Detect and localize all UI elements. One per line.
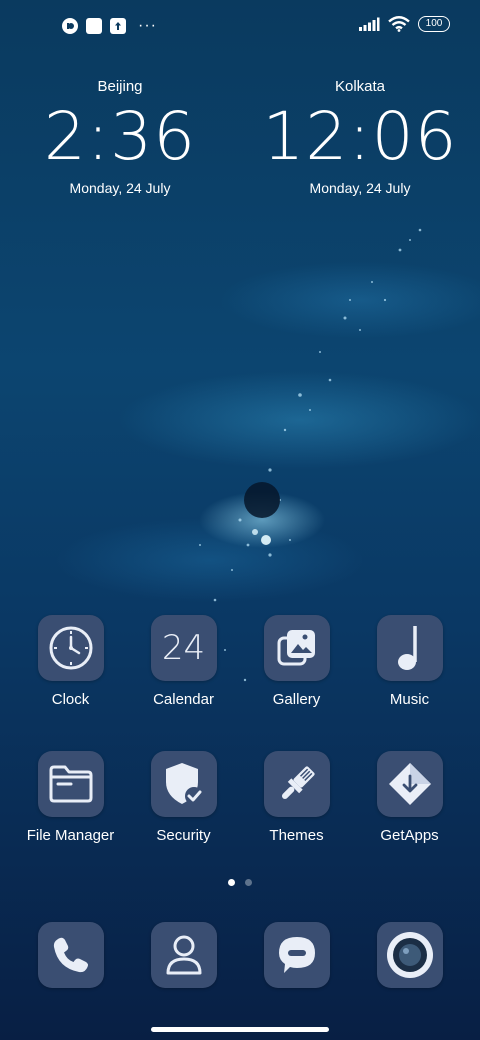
dock-phone[interactable] [14, 922, 127, 988]
app-label: File Manager [26, 827, 115, 844]
shield-check-icon[interactable] [150, 751, 217, 817]
chat-bubble-icon[interactable] [263, 922, 330, 988]
music-note-icon[interactable] [376, 615, 443, 681]
folder-icon[interactable] [37, 751, 104, 817]
app-file-manager[interactable]: File Manager [14, 751, 127, 844]
camera-lens-icon[interactable] [376, 922, 443, 988]
app-label: Security [156, 827, 211, 844]
clock-city: Kolkata [334, 78, 386, 95]
app-music[interactable]: Music [353, 615, 466, 708]
notification-icons: ··· [62, 18, 157, 34]
page-dot-2[interactable] [245, 879, 252, 886]
app-label: Clock [51, 691, 90, 708]
app-security[interactable]: Security [127, 751, 240, 844]
app-label: Gallery [272, 691, 321, 708]
more-notifications-indicator: ··· [138, 17, 157, 34]
app-notification-icon [62, 18, 78, 34]
dock-camera[interactable] [353, 922, 466, 988]
upload-notification-icon [110, 18, 126, 34]
paintbrush-icon[interactable] [263, 751, 330, 817]
app-label: GetApps [380, 827, 439, 844]
wifi-icon [388, 16, 410, 32]
app-label: Music [389, 691, 430, 708]
app-calendar[interactable]: 24 Calendar [127, 615, 240, 708]
calendar-day-number: 24 [161, 628, 206, 668]
person-icon[interactable] [150, 922, 217, 988]
signal-bars-icon [359, 17, 380, 31]
page-dot-1[interactable] [228, 879, 235, 886]
app-getapps[interactable]: GetApps [353, 751, 466, 844]
home-indicator[interactable] [151, 1027, 329, 1032]
app-label: Themes [269, 827, 324, 844]
square-notification-icon [86, 18, 102, 34]
gallery-icon[interactable] [263, 615, 330, 681]
dock-messages[interactable] [240, 922, 353, 988]
app-label: Calendar [153, 691, 214, 708]
clock-time: 12:06 [262, 98, 458, 175]
app-themes[interactable]: Themes [240, 751, 353, 844]
status-bar: ··· 100 [0, 0, 480, 56]
clock-city: Beijing [97, 78, 143, 95]
clock-date: Monday, 24 July [69, 180, 171, 196]
clock-icon[interactable] [37, 615, 104, 681]
clock-time: 2:36 [43, 98, 197, 175]
phone-icon[interactable] [37, 922, 104, 988]
page-indicator[interactable] [0, 879, 480, 886]
calendar-icon[interactable]: 24 [150, 615, 217, 681]
app-gallery[interactable]: Gallery [240, 615, 353, 708]
dock-contacts[interactable] [127, 922, 240, 988]
home-screen: ··· 100 Beijing 2:36 Monday, 24 July Kol… [0, 0, 480, 1040]
clock-widget-beijing[interactable]: Beijing 2:36 Monday, 24 July [20, 78, 220, 196]
app-clock[interactable]: Clock [14, 615, 127, 708]
download-arrow-icon[interactable] [376, 751, 443, 817]
battery-indicator: 100 [418, 16, 450, 32]
system-status: 100 [358, 16, 450, 32]
clock-date: Monday, 24 July [309, 180, 411, 196]
clock-widget-kolkata[interactable]: Kolkata 12:06 Monday, 24 July [260, 78, 460, 196]
